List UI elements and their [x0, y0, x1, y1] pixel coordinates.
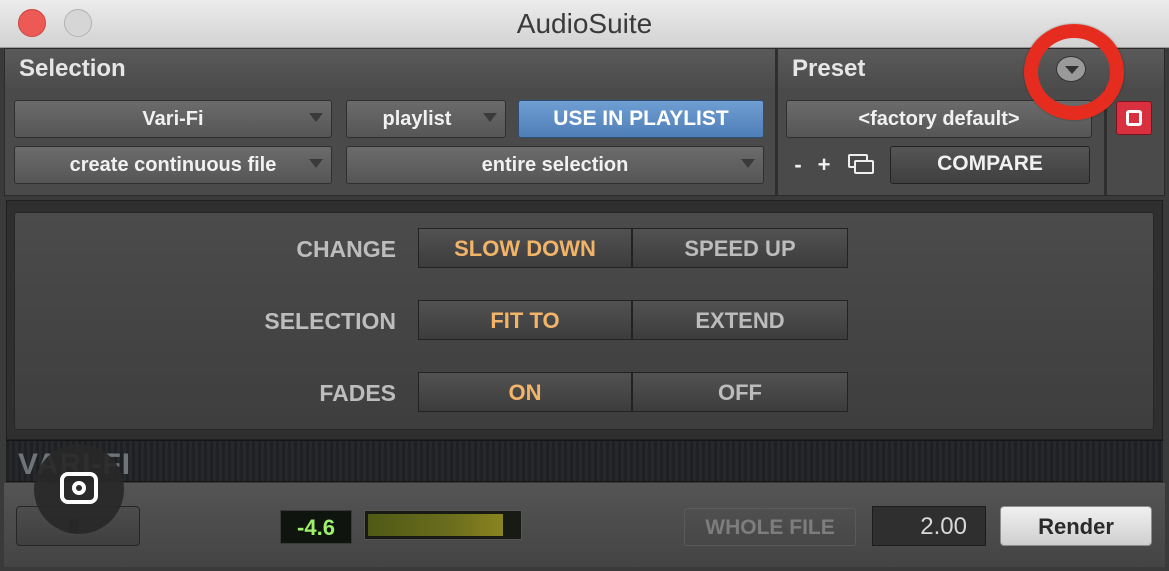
lens-search-icon[interactable] [34, 444, 124, 534]
copy-settings-icon-front [854, 160, 874, 174]
file-mode-select-value: create continuous file [69, 154, 277, 176]
fit-to-button[interactable]: FIT TO [418, 300, 632, 340]
preset-plus-button[interactable]: + [812, 147, 836, 183]
preset-select-value: <factory default> [858, 108, 1020, 130]
whole-file-button[interactable]: WHOLE FILE [684, 508, 856, 546]
extend-button[interactable]: EXTEND [632, 300, 848, 340]
plugin-select[interactable]: Vari-Fi [14, 100, 332, 138]
preset-minus-button[interactable]: - [786, 147, 810, 183]
lens-camera-lens [72, 481, 86, 495]
ratio-field[interactable]: 2.00 [872, 506, 986, 546]
render-button[interactable]: Render [1000, 506, 1152, 546]
compare-button[interactable]: COMPARE [890, 146, 1090, 184]
slow-down-button[interactable]: SLOW DOWN [418, 228, 632, 268]
change-label: CHANGE [296, 236, 396, 262]
meter-readout: -4.6 [280, 510, 352, 544]
selection-heading: Selection [5, 49, 775, 89]
speed-up-button[interactable]: SPEED UP [632, 228, 848, 268]
chevron-down-icon [741, 159, 755, 168]
processing-select[interactable]: entire selection [346, 146, 764, 184]
level-meter-fill [368, 514, 503, 536]
footer-bar [4, 483, 1165, 567]
chevron-down-icon [309, 159, 323, 168]
target-select-value: playlist [382, 108, 452, 130]
use-in-playlist-button[interactable]: USE IN PLAYLIST [518, 100, 764, 138]
selection-mode-label: SELECTION [264, 308, 396, 334]
processing-select-value: entire selection [481, 154, 629, 176]
window-title: AudioSuite [516, 8, 653, 39]
fades-on-button[interactable]: ON [418, 372, 632, 412]
plugin-name-strip [6, 440, 1163, 482]
target-select[interactable]: playlist [346, 100, 506, 138]
plugin-select-value: Vari-Fi [142, 108, 204, 130]
chevron-down-icon [309, 113, 323, 122]
highlight-ring [1024, 24, 1124, 120]
chevron-down-icon [483, 113, 497, 122]
panel-divider [775, 49, 778, 195]
bypass-icon [1126, 110, 1142, 126]
file-mode-select[interactable]: create continuous file [14, 146, 332, 184]
copy-settings-icon[interactable] [846, 152, 876, 178]
fades-off-button[interactable]: OFF [632, 372, 848, 412]
fades-label: FADES [319, 380, 396, 406]
bypass-button[interactable] [1116, 101, 1152, 135]
